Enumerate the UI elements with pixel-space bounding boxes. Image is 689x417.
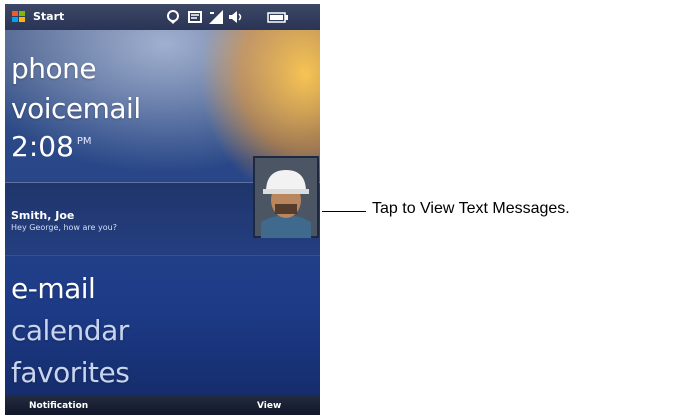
battery-icon[interactable] xyxy=(267,9,289,25)
clock-time: 2:08 xyxy=(11,130,74,163)
tile-calendar[interactable]: calendar xyxy=(11,314,129,347)
tile-email[interactable]: e-mail xyxy=(11,272,96,305)
volume-icon[interactable] xyxy=(227,9,243,25)
windows-start-icon[interactable] xyxy=(11,10,27,24)
view-softkey[interactable]: View xyxy=(257,401,281,411)
callout-label: Tap to View Text Messages. xyxy=(372,200,570,217)
message-sender[interactable]: Smith, Joe xyxy=(11,209,74,222)
start-button[interactable]: Start xyxy=(33,10,64,23)
sync-icon[interactable] xyxy=(165,9,181,25)
status-bar: Start xyxy=(5,4,320,30)
tile-voicemail[interactable]: voicemail xyxy=(11,92,141,125)
message-preview[interactable]: Hey George, how are you? xyxy=(11,223,117,232)
callout-line xyxy=(322,211,366,212)
message-icon[interactable] xyxy=(187,9,203,25)
tile-favorites[interactable]: favorites xyxy=(11,356,130,389)
contact-avatar[interactable] xyxy=(253,156,319,238)
tile-phone[interactable]: phone xyxy=(11,52,97,85)
clock-ampm: PM xyxy=(76,136,92,147)
phone-screen: Start phone voicemail 2:08 PM Smith, Joe … xyxy=(5,4,320,415)
clock[interactable]: 2:08 PM xyxy=(11,130,92,163)
softkey-bar: Notification View xyxy=(5,396,320,415)
signal-icon[interactable] xyxy=(208,9,224,25)
notification-softkey[interactable]: Notification xyxy=(29,401,88,411)
